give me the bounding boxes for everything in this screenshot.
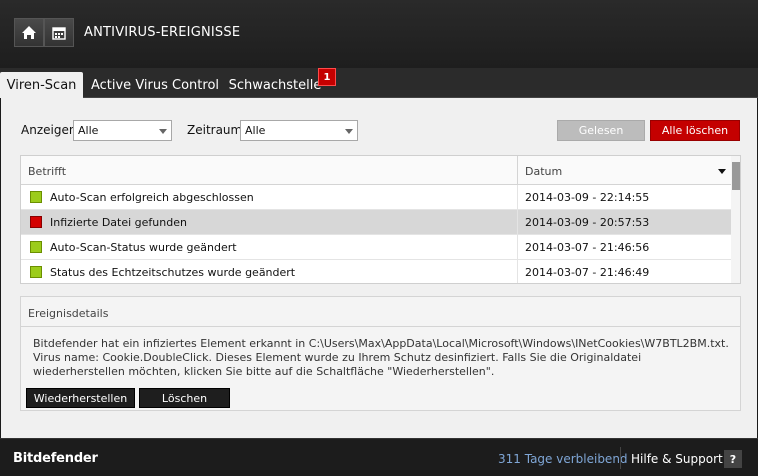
table-row[interactable]: Auto-Scan-Status wurde geändert 2014-03-… <box>21 235 731 260</box>
column-divider <box>517 156 518 185</box>
row-subject: Auto-Scan erfolgreich abgeschlossen <box>50 191 254 204</box>
column-divider <box>517 235 518 260</box>
event-details-panel: Ereignisdetails Bitdefender hat ein infi… <box>20 296 741 411</box>
events-table: Betrifft Datum Auto-Scan erfolgreich abg… <box>20 155 741 284</box>
main-panel: Anzeigen Alle Zeitraum: Alle Gelesen All… <box>0 98 758 438</box>
help-support-link[interactable]: Hilfe & Support <box>631 452 723 466</box>
help-question-button[interactable]: ? <box>724 450 742 468</box>
notification-badge: 1 <box>318 68 336 86</box>
row-date: 2014-03-07 - 21:46:49 <box>525 266 650 279</box>
table-row[interactable]: Auto-Scan erfolgreich abgeschlossen 2014… <box>21 185 731 210</box>
period-filter-label: Zeitraum: <box>187 123 247 137</box>
period-filter-value: Alle <box>245 124 266 137</box>
row-date: 2014-03-09 - 20:57:53 <box>525 216 650 229</box>
table-row[interactable]: Infizierte Datei gefunden 2014-03-09 - 2… <box>21 210 731 235</box>
details-text: Bitdefender hat ein infiziertes Element … <box>33 337 729 378</box>
delete-button[interactable]: Löschen <box>139 388 230 408</box>
table-header: Betrifft Datum <box>21 156 731 185</box>
status-ok-icon <box>30 266 42 278</box>
chevron-down-icon <box>159 129 167 134</box>
row-subject: Infizierte Datei gefunden <box>50 216 187 229</box>
tab-schwachstelle[interactable]: Schwachstelle <box>226 72 324 99</box>
show-filter-label: Anzeigen <box>21 123 77 137</box>
home-button[interactable] <box>14 18 44 47</box>
calendar-button[interactable] <box>44 18 74 47</box>
column-divider <box>517 210 518 235</box>
row-date: 2014-03-09 - 22:14:55 <box>525 191 650 204</box>
show-filter-value: Alle <box>78 124 99 137</box>
calendar-icon <box>52 26 66 40</box>
sort-down-icon[interactable] <box>718 169 726 174</box>
row-date: 2014-03-07 - 21:46:56 <box>525 241 650 254</box>
app-footer: Bitdefender 311 Tage verbleibend Hilfe &… <box>0 438 758 476</box>
table-row[interactable]: Status des Echtzeitschutzes wurde geände… <box>21 260 731 283</box>
column-header-date[interactable]: Datum <box>525 165 562 178</box>
page-title: ANTIVIRUS-EREIGNISSE <box>84 25 241 40</box>
tab-active-virus-control[interactable]: Active Virus Control <box>86 72 224 99</box>
restore-button[interactable]: Wiederherstellen <box>26 388 135 408</box>
app-header: ANTIVIRUS-EREIGNISSE <box>0 0 758 68</box>
tab-viren-scan[interactable]: Viren-Scan <box>0 72 83 99</box>
column-divider <box>517 260 518 283</box>
brand-logo: Bitdefender <box>13 451 98 466</box>
divider <box>620 447 621 469</box>
period-filter-select[interactable]: Alle <box>240 120 358 141</box>
status-ok-icon <box>30 241 42 253</box>
delete-all-button[interactable]: Alle löschen <box>650 120 740 141</box>
row-subject: Auto-Scan-Status wurde geändert <box>50 241 237 254</box>
details-title: Ereignisdetails <box>28 307 109 320</box>
status-ok-icon <box>30 191 42 203</box>
home-icon <box>22 26 36 39</box>
column-divider <box>517 185 518 210</box>
details-header: Ereignisdetails <box>21 297 740 327</box>
status-alert-icon <box>30 216 42 228</box>
tab-bar: Viren-Scan Active Virus Control Schwachs… <box>0 68 758 99</box>
row-subject: Status des Echtzeitschutzes wurde geände… <box>50 266 296 279</box>
chevron-down-icon <box>345 129 353 134</box>
subscription-days-link[interactable]: 311 Tage verbleibend <box>498 452 628 466</box>
scrollbar-thumb[interactable] <box>732 162 740 190</box>
show-filter-select[interactable]: Alle <box>73 120 172 141</box>
mark-read-button[interactable]: Gelesen <box>557 120 645 141</box>
column-header-subject[interactable]: Betrifft <box>28 165 66 178</box>
